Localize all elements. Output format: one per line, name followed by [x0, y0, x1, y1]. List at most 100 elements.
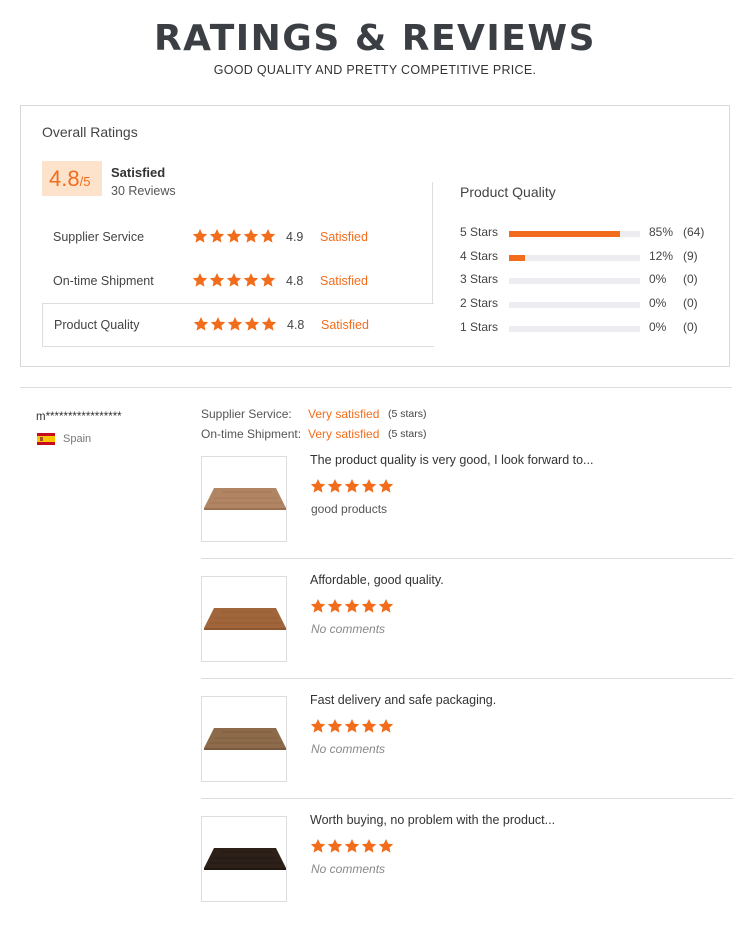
star-icon: [210, 317, 226, 331]
review-item: Worth buying, no problem with the produc…: [201, 813, 733, 936]
overall-score: 4.8: [49, 166, 80, 191]
review-stars: [310, 598, 394, 614]
star-icon: [227, 317, 243, 331]
page-title: RATINGS & REVIEWS: [153, 18, 597, 59]
overall-satisfaction: Satisfied: [111, 165, 166, 180]
item-divider: [201, 558, 733, 559]
star-level-label: 4 Stars: [460, 248, 499, 263]
star-icon: [378, 839, 394, 853]
star-icon: [344, 599, 360, 613]
star-icon: [327, 599, 343, 613]
review-comment: No comments: [311, 622, 386, 636]
reviewer-name: m*****************: [36, 411, 122, 423]
star-icon: [378, 719, 394, 733]
wood-board-image: [204, 848, 286, 870]
star-icon: [378, 479, 394, 493]
spain-flag-icon: [37, 433, 55, 445]
star-icon: [344, 719, 360, 733]
criteria-status: Satisfied: [321, 318, 369, 332]
star-level-label: 1 Stars: [460, 319, 499, 334]
overall-score-badge: 4.8/5: [42, 161, 102, 196]
rating-distribution-row: 2 Stars 0% (0): [460, 293, 720, 313]
star-level-label: 5 Stars: [460, 225, 499, 239]
star-icon: [327, 719, 343, 733]
distribution-bar-track: [509, 254, 640, 261]
star-icon: [327, 839, 343, 853]
star-icon: [226, 229, 242, 243]
distribution-count: (0): [683, 319, 698, 334]
star-icon: [243, 229, 259, 243]
product-thumbnail[interactable]: [201, 816, 287, 902]
meta-value: Very satisfied: [308, 427, 380, 441]
overall-ratings-heading: Overall Ratings: [42, 124, 138, 140]
supplier-service-meta: Supplier Service: Very satisfied (5 star…: [201, 407, 427, 421]
criteria-label: Product Quality: [54, 318, 140, 332]
star-icon: [209, 229, 225, 243]
star-icon: [361, 719, 377, 733]
meta-stars: (5 stars): [388, 428, 427, 440]
product-thumbnail[interactable]: [201, 696, 287, 782]
star-icon: [310, 719, 326, 733]
item-divider: [201, 678, 733, 679]
review-comment: No comments: [311, 862, 386, 876]
star-icon: [361, 839, 377, 853]
distribution-bar-track: [509, 278, 640, 285]
criteria-stars: [192, 228, 276, 244]
criteria-row-supplier-service[interactable]: Supplier Service 4.9 Satisfied: [42, 216, 434, 260]
reviewer-country: Spain: [63, 433, 92, 445]
overall-score-max: /5: [79, 174, 91, 189]
star-icon: [361, 599, 377, 613]
star-icon: [244, 317, 260, 331]
star-icon: [260, 273, 276, 287]
criteria-row-on-time-shipment[interactable]: On-time Shipment 4.8 Satisfied: [42, 260, 434, 304]
criteria-label: Supplier Service: [53, 230, 145, 244]
meta-value: Very satisfied: [308, 407, 380, 421]
rating-distribution-row: 4 Stars 12% (9): [460, 246, 720, 266]
criteria-rating: 4.9: [286, 230, 304, 244]
product-thumbnail[interactable]: [201, 456, 287, 542]
distribution-bar-fill: [509, 231, 621, 237]
wood-board-image: [204, 488, 286, 510]
criteria-row-product-quality[interactable]: Product Quality 4.8 Satisfied: [42, 303, 434, 347]
distribution-bar-track: [509, 302, 640, 309]
shipment-meta: On-time Shipment: Very satisfied (5 star…: [201, 427, 427, 441]
divider: [432, 182, 433, 304]
star-level-label: 3 Stars: [460, 272, 499, 287]
star-icon: [327, 479, 343, 493]
distribution-bar-fill: [509, 254, 525, 261]
star-icon: [193, 317, 209, 331]
review-title: Affordable, good quality.: [310, 573, 444, 587]
star-icon: [260, 229, 276, 243]
meta-label: Supplier Service:: [201, 407, 292, 421]
review-title: Worth buying, no problem with the produc…: [310, 813, 556, 827]
star-icon: [192, 229, 208, 243]
rating-distribution-row: 5 Stars 85% (64): [460, 222, 720, 242]
distribution-count: (64): [683, 225, 705, 239]
star-icon: [226, 273, 242, 287]
star-level-label: 2 Stars: [460, 296, 499, 311]
criteria-rating: 4.8: [286, 274, 304, 288]
star-icon: [209, 273, 225, 287]
distribution-percent: 0%: [649, 272, 667, 287]
distribution-percent: 12%: [649, 248, 674, 263]
review-stars: [310, 718, 394, 734]
star-icon: [310, 599, 326, 613]
review-comment: No comments: [311, 742, 386, 756]
distribution-count: (0): [683, 296, 698, 311]
wood-board-image: [204, 608, 286, 630]
meta-stars: (5 stars): [388, 408, 427, 420]
review-title: The product quality is very good, I look…: [310, 453, 594, 467]
reviews-count: 30 Reviews: [111, 184, 176, 198]
star-icon: [310, 839, 326, 853]
wood-board-image: [204, 728, 286, 750]
product-thumbnail[interactable]: [201, 576, 287, 662]
star-icon: [243, 273, 259, 287]
review-stars: [310, 838, 394, 854]
criteria-stars: [192, 272, 276, 288]
ratings-summary-panel: Overall Ratings 4.8/5 Satisfied 30 Revie…: [20, 105, 730, 367]
criteria-rating: 4.8: [287, 318, 305, 332]
item-divider: [201, 798, 733, 799]
distribution-percent: 0%: [649, 319, 667, 334]
review-stars: [310, 478, 394, 494]
star-icon: [310, 479, 326, 493]
